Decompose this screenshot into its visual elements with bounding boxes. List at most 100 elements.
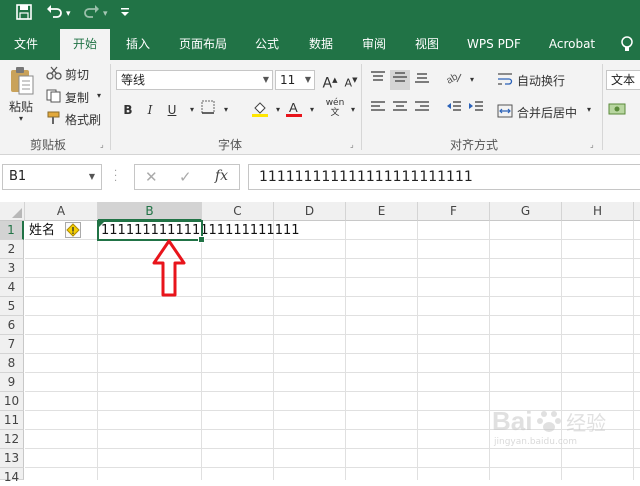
enter-icon[interactable]: ✓ — [179, 168, 192, 186]
column-header-h[interactable]: H — [562, 202, 634, 221]
align-top-icon[interactable] — [368, 70, 388, 90]
name-box[interactable]: B1 ▼ — [2, 164, 102, 190]
grid-line — [25, 258, 640, 259]
row-header-2[interactable]: 2 — [0, 240, 24, 259]
paste-icon[interactable] — [8, 66, 36, 99]
italic-button[interactable]: I — [140, 100, 160, 120]
wrap-text-button[interactable]: 自动换行 — [517, 72, 565, 89]
row-header-4[interactable]: 4 — [0, 278, 24, 297]
row-header-8[interactable]: 8 — [0, 354, 24, 373]
undo-dropdown-icon[interactable]: ▾ — [66, 4, 71, 24]
borders-dropdown-icon[interactable]: ▾ — [216, 100, 236, 120]
error-check-icon[interactable] — [65, 222, 81, 238]
column-header-d[interactable]: D — [274, 202, 346, 221]
column-header-b[interactable]: B — [98, 202, 202, 221]
align-left-icon[interactable] — [368, 100, 388, 120]
column-header-g[interactable]: G — [490, 202, 562, 221]
cancel-icon[interactable]: ✕ — [145, 168, 158, 186]
pinyin-dropdown-icon[interactable]: ▾ — [343, 100, 363, 120]
row-header-12[interactable]: 12 — [0, 430, 24, 449]
tab-review[interactable]: 审阅 — [349, 29, 399, 60]
borders-icon[interactable] — [198, 100, 218, 120]
column-header-a[interactable]: A — [25, 202, 98, 221]
row-header-6[interactable]: 6 — [0, 316, 24, 335]
cut-icon[interactable] — [46, 66, 62, 83]
merge-center-button[interactable]: 合并后居中 — [517, 104, 577, 121]
row-header-1[interactable]: 1 — [0, 221, 24, 240]
row-header-3[interactable]: 3 — [0, 259, 24, 278]
align-center-icon[interactable] — [390, 100, 410, 120]
fill-color-icon[interactable] — [250, 100, 270, 120]
align-bottom-icon[interactable] — [412, 70, 432, 90]
tab-data[interactable]: 数据 — [296, 29, 346, 60]
tab-acrobat[interactable]: Acrobat — [538, 29, 606, 60]
row-header-5[interactable]: 5 — [0, 297, 24, 316]
row-header-10[interactable]: 10 — [0, 392, 24, 411]
font-group-label: 字体 — [218, 138, 243, 152]
align-right-icon[interactable] — [412, 100, 432, 120]
font-name-value: 等线 — [121, 73, 146, 87]
increase-indent-icon[interactable] — [466, 100, 486, 120]
underline-button[interactable]: U — [162, 100, 182, 120]
tab-page-layout[interactable]: 页面布局 — [168, 29, 238, 60]
chevron-down-icon: ▼ — [88, 172, 95, 181]
bold-button[interactable]: B — [118, 100, 138, 120]
formula-bar-handle-icon[interactable]: · · · — [114, 167, 117, 187]
row-header-7[interactable]: 7 — [0, 335, 24, 354]
grow-font-button[interactable]: A▲ — [320, 70, 340, 92]
copy-icon[interactable] — [46, 89, 62, 106]
font-launcher-icon[interactable]: ⌟ — [350, 140, 354, 149]
pinyin-button[interactable]: wén 文 — [325, 98, 345, 118]
column-header-c[interactable]: C — [202, 202, 274, 221]
row-header-11[interactable]: 11 — [0, 411, 24, 430]
row-header-9[interactable]: 9 — [0, 373, 24, 392]
redo-icon[interactable] — [82, 4, 100, 25]
ribbon-separator — [110, 64, 111, 150]
tab-formulas[interactable]: 公式 — [242, 29, 292, 60]
tab-home[interactable]: 开始 — [60, 29, 110, 60]
row-header-13[interactable]: 13 — [0, 449, 24, 468]
wrap-text-icon[interactable] — [497, 71, 513, 90]
merge-center-icon[interactable] — [497, 103, 513, 122]
column-header-e[interactable]: E — [346, 202, 418, 221]
shrink-font-button[interactable]: A▼ — [341, 70, 361, 90]
font-color-dropdown-icon[interactable]: ▾ — [302, 100, 322, 120]
copy-dropdown-icon[interactable]: ▾ — [97, 91, 101, 100]
decrease-indent-icon[interactable] — [444, 100, 464, 120]
paste-dropdown-icon[interactable]: ▾ — [19, 114, 23, 123]
tab-wps-pdf[interactable]: WPS PDF — [457, 29, 531, 60]
clipboard-launcher-icon[interactable]: ⌟ — [100, 140, 104, 149]
save-icon[interactable] — [16, 4, 32, 25]
font-name-combo[interactable]: 等线 ▼ — [116, 70, 273, 90]
paste-button[interactable]: 粘贴 — [9, 98, 33, 115]
font-size-combo[interactable]: 11 ▼ — [275, 70, 315, 90]
customize-qat-icon[interactable] — [120, 4, 130, 25]
column-header-i[interactable] — [634, 202, 640, 221]
select-all-corner[interactable] — [0, 202, 25, 221]
align-middle-icon[interactable] — [390, 70, 410, 90]
tell-me-icon[interactable] — [620, 36, 634, 59]
tab-file[interactable]: 文件 — [0, 29, 52, 60]
orientation-dropdown-icon[interactable]: ▾ — [462, 70, 482, 90]
number-format-value: 文本 — [611, 73, 636, 87]
insert-function-button[interactable]: fx — [215, 168, 228, 184]
column-header-f[interactable]: F — [418, 202, 490, 221]
alignment-launcher-icon[interactable]: ⌟ — [590, 140, 594, 149]
cell-a1[interactable]: 姓名 — [29, 221, 55, 240]
number-format-combo[interactable]: 文本 — [606, 70, 640, 90]
redo-dropdown-icon[interactable]: ▾ — [103, 4, 108, 24]
format-painter-button[interactable]: 格式刷 — [65, 111, 101, 128]
currency-icon[interactable] — [608, 101, 638, 120]
merge-dropdown-icon[interactable]: ▾ — [587, 105, 591, 114]
orientation-icon[interactable]: ab — [444, 70, 464, 90]
undo-icon[interactable] — [46, 4, 64, 25]
format-painter-icon[interactable] — [46, 111, 62, 128]
fill-handle[interactable] — [198, 236, 205, 243]
formula-input[interactable]: 111111111111111111111111 — [248, 164, 640, 190]
tab-insert[interactable]: 插入 — [113, 29, 163, 60]
tab-view[interactable]: 视图 — [402, 29, 452, 60]
cut-button[interactable]: 剪切 — [65, 66, 89, 83]
font-color-icon[interactable]: A — [284, 100, 304, 120]
row-header-14[interactable]: 14 — [0, 468, 24, 484]
copy-button[interactable]: 复制 — [65, 89, 89, 106]
